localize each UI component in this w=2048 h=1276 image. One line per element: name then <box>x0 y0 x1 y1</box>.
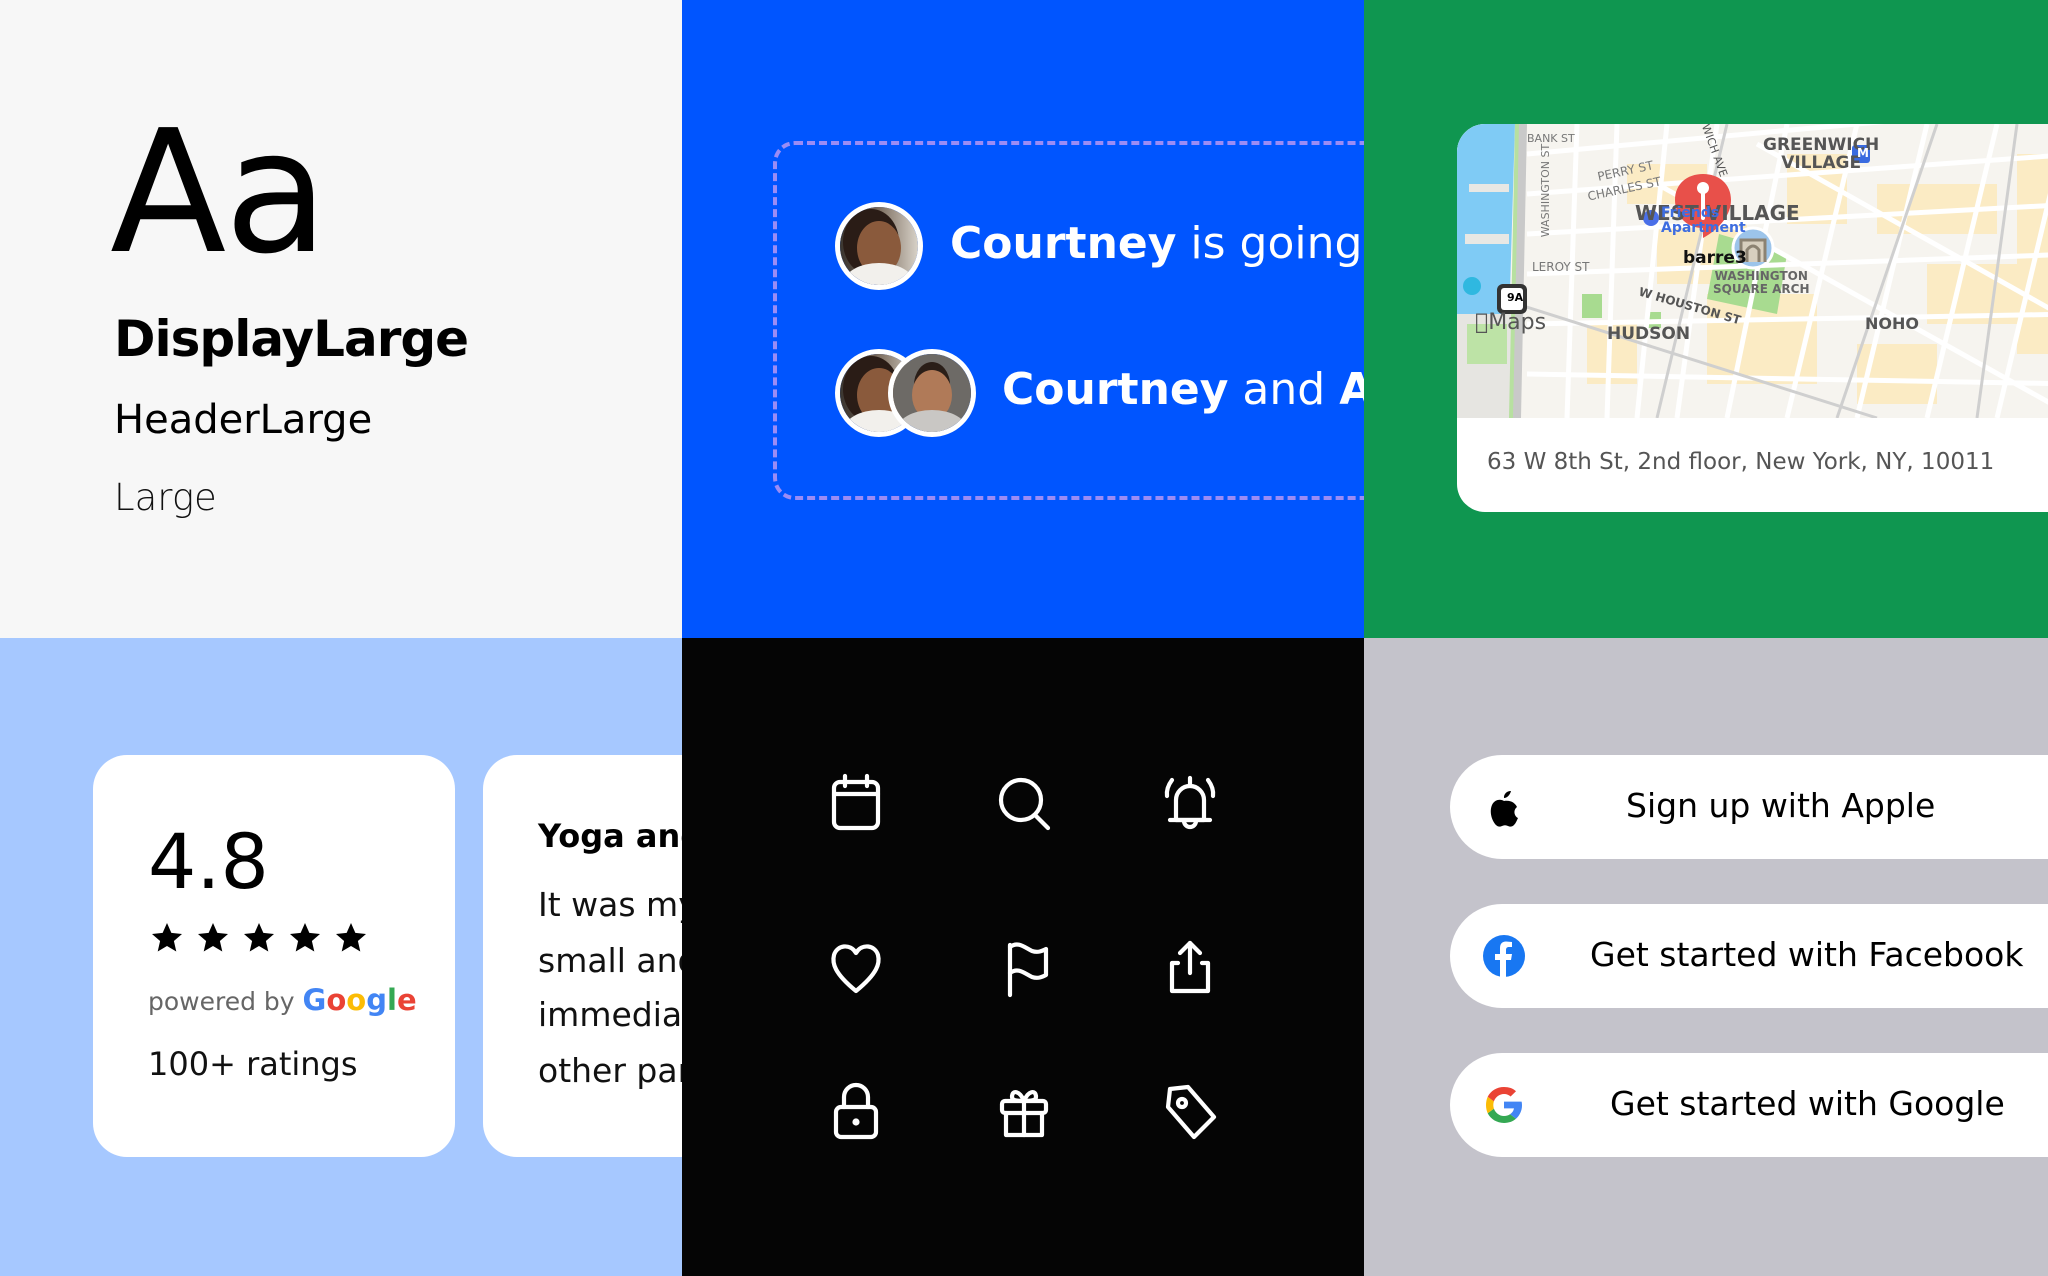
attendance-panel: Courtney is going Courtney and An <box>682 0 1364 638</box>
metro-icon: M <box>1857 146 1869 160</box>
google-signup-button[interactable]: Get started with Google <box>1450 1053 2048 1157</box>
search-icon <box>988 768 1060 840</box>
star-rating <box>148 920 370 956</box>
star-icon <box>198 923 228 952</box>
bell-ringing-icon <box>1154 768 1226 840</box>
tag-icon <box>1154 1075 1226 1147</box>
component-frame <box>773 141 1364 500</box>
review-line: small and <box>538 941 682 980</box>
address-text: 63 W 8th St, 2nd floor, New York, NY, 10… <box>1487 449 1995 475</box>
rating-card: 4.8 powered by Google 100+ ratings <box>93 755 455 1157</box>
attendance-row-1: Courtney is going <box>950 218 1362 269</box>
star-icon <box>152 923 182 952</box>
map-label-washington-st: WASHINGTON ST <box>1539 143 1553 238</box>
powered-by-label: powered by <box>148 987 295 1016</box>
attendee-name: Courtney <box>1002 364 1229 415</box>
type-sample: Aa <box>110 94 328 292</box>
star-icon <box>244 923 274 952</box>
review-card[interactable]: Yoga and It was my small and immediat ot… <box>483 755 682 1157</box>
attendance-status: is going <box>1176 218 1363 269</box>
google-letter: o <box>326 983 347 1017</box>
ratings-count: 100+ ratings <box>148 1045 358 1083</box>
route-shield: 9A <box>1507 291 1524 304</box>
typography-panel: Aa DisplayLarge HeaderLarge Large <box>0 0 682 638</box>
review-line: other par <box>538 1051 682 1090</box>
map-label-leroy: LEROY ST <box>1532 260 1590 274</box>
rating-panel: 4.8 powered by Google 100+ ratings Yoga … <box>0 638 682 1276</box>
style-large: Large <box>114 476 217 519</box>
social-signup-panel: Sign up with Apple Get started with Face… <box>1364 638 2048 1276</box>
review-title: Yoga and <box>538 817 682 855</box>
flag-icon <box>988 933 1060 1005</box>
avatar-andre <box>888 349 976 437</box>
star-icon <box>290 923 320 952</box>
google-letter: l <box>387 983 397 1017</box>
map-label-arch: WASHINGTON SQUARE ARCH <box>1713 269 1810 296</box>
google-letter: o <box>346 983 367 1017</box>
attendee-name-2: An <box>1339 364 1364 415</box>
avatar-courtney <box>835 202 923 290</box>
gift-icon <box>988 1075 1060 1147</box>
apple-logo-icon:  <box>1475 310 1488 335</box>
map-label-friends: Friends Apartment <box>1661 205 1746 236</box>
attendance-connector: and <box>1228 364 1340 415</box>
apple-signup-label: Sign up with Apple <box>1626 786 1936 825</box>
facebook-signup-label: Get started with Facebook <box>1590 935 2024 974</box>
attendee-name: Courtney <box>950 218 1177 269</box>
google-icon <box>1486 1087 1522 1123</box>
apple-icon <box>1490 791 1518 827</box>
share-icon <box>1154 933 1226 1005</box>
style-header-large: HeaderLarge <box>114 397 373 443</box>
icon-set-panel <box>682 638 1364 1276</box>
style-display-large: DisplayLarge <box>114 310 469 368</box>
map-label-hudson: HUDSON <box>1607 324 1691 344</box>
location-panel: GREENWICH VILLAGE M WEST VILLAGE BANK ST … <box>1364 0 2048 638</box>
map-label-pin[interactable]: barre3 <box>1683 248 1747 268</box>
google-letter: G <box>302 983 327 1017</box>
location-card[interactable]: GREENWICH VILLAGE M WEST VILLAGE BANK ST … <box>1457 124 2048 512</box>
map-view[interactable]: GREENWICH VILLAGE M WEST VILLAGE BANK ST … <box>1457 124 2048 418</box>
facebook-signup-button[interactable]: Get started with Facebook <box>1450 904 2048 1008</box>
review-line: It was my <box>538 885 682 924</box>
maps-attribution[interactable]: Maps <box>1475 310 1546 335</box>
google-logo: Google <box>303 983 417 1017</box>
lock-icon <box>820 1075 892 1147</box>
attendance-row-2: Courtney and An <box>1002 364 1364 415</box>
calendar-icon <box>820 768 892 840</box>
facebook-icon <box>1483 935 1525 978</box>
review-line: immediat <box>538 995 682 1034</box>
heart-icon <box>820 933 892 1005</box>
google-letter: g <box>366 983 387 1017</box>
rating-value: 4.8 <box>148 817 269 906</box>
apple-signup-button[interactable]: Sign up with Apple <box>1450 755 2048 859</box>
star-icon <box>336 923 366 952</box>
powered-by-google: powered by Google <box>148 983 417 1017</box>
google-signup-label: Get started with Google <box>1610 1084 2005 1123</box>
map-label-noho: NOHO <box>1865 314 1919 333</box>
google-letter: e <box>396 983 417 1017</box>
